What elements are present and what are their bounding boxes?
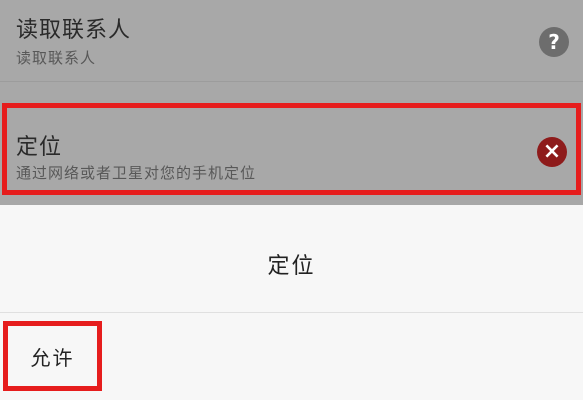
deny-icon[interactable]: × [537,137,567,167]
dialog-title: 定位 [267,254,316,279]
permission-description-contacts: 读取联系人 [16,49,97,67]
permission-item-location[interactable]: 定位 通过网络或者卫星对您的手机定位 [0,103,583,195]
help-icon[interactable]: ? [539,27,569,57]
permission-dialog: 定位 允许 [0,205,583,400]
permission-title-contacts: 读取联系人 [16,18,132,43]
permission-title-location: 定位 [16,135,63,160]
dialog-divider [0,312,583,313]
permission-screen: 读取联系人 读取联系人 ? 定位 通过网络或者卫星对您的手机定位 × 定位 允许 [0,0,583,400]
permission-item-contacts[interactable]: 读取联系人 读取联系人 ? [0,0,583,82]
permission-description-location: 通过网络或者卫星对您的手机定位 [16,164,257,182]
allow-button[interactable]: 允许 [3,321,102,391]
